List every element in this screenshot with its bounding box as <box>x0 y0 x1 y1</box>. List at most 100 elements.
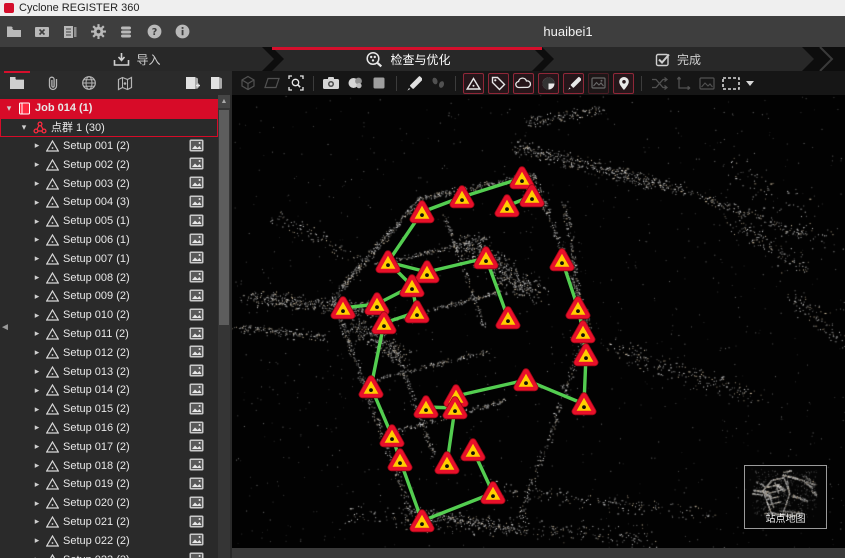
setup-marker[interactable] <box>496 307 520 329</box>
expander-icon[interactable]: ▸ <box>32 535 42 546</box>
setup-marker[interactable] <box>474 247 498 269</box>
expander-icon[interactable]: ▸ <box>32 385 42 396</box>
axis-icon[interactable] <box>673 73 693 93</box>
setup-marker[interactable] <box>461 439 485 461</box>
image-thumbnail-icon[interactable] <box>189 308 204 321</box>
tree-setup-row[interactable]: ▸ Setup 009 (2) <box>0 287 218 306</box>
tree-setup-row[interactable]: ▸ Setup 014 (2) <box>0 381 218 400</box>
scrollbar-thumb[interactable] <box>219 110 229 325</box>
add-bundle-icon[interactable] <box>182 73 202 93</box>
expander-icon[interactable]: ▾ <box>19 122 29 133</box>
tree-setup-row[interactable]: ▸ Setup 005 (1) <box>0 212 218 231</box>
geotag-toggle-icon[interactable] <box>613 73 634 94</box>
setup-marker[interactable] <box>414 396 438 418</box>
stop-square-icon[interactable] <box>369 73 389 93</box>
tab-import[interactable]: 导入 <box>0 47 274 71</box>
expander-icon[interactable]: ▸ <box>32 272 42 283</box>
image-thumbnail-icon[interactable] <box>189 496 204 509</box>
tree-setup-row[interactable]: ▸ Setup 023 (2) <box>0 550 218 558</box>
image-thumbnail-icon[interactable] <box>189 289 204 302</box>
image-thumbnail-icon[interactable] <box>189 458 204 471</box>
tab-review-optimize[interactable]: 检查与优化 <box>272 47 544 71</box>
tree-setup-row[interactable]: ▸ Setup 016 (2) <box>0 419 218 438</box>
image-thumbnail-icon[interactable] <box>189 364 204 377</box>
setup-marker[interactable] <box>415 261 439 283</box>
auto-link-icon[interactable] <box>649 73 669 93</box>
expander-icon[interactable]: ▸ <box>32 479 42 490</box>
scroll-up-icon[interactable]: ▲ <box>218 95 230 108</box>
setup-marker[interactable] <box>481 482 505 504</box>
setup-marker[interactable] <box>410 510 434 532</box>
setup-marker[interactable] <box>405 301 429 323</box>
tree-bundle-row[interactable]: ▾ 点群 1 (30) <box>0 118 218 137</box>
setup-marker[interactable] <box>410 201 434 223</box>
setup-marker[interactable] <box>566 297 590 319</box>
expander-icon[interactable]: ▸ <box>32 178 42 189</box>
setup-marker[interactable] <box>574 344 598 366</box>
attachments-icon[interactable] <box>42 71 64 95</box>
setup-marker[interactable] <box>359 376 383 398</box>
setup-marker[interactable] <box>495 195 519 217</box>
cleanup-rect-icon[interactable] <box>721 73 741 93</box>
expander-icon[interactable]: ▸ <box>32 498 42 509</box>
expander-icon[interactable]: ▸ <box>32 253 42 264</box>
pointcloud-viewport[interactable]: 站点地图 <box>232 95 845 548</box>
expander-icon[interactable]: ▾ <box>4 103 14 114</box>
contrast-toggle-icon[interactable] <box>538 73 559 94</box>
color-modes-icon[interactable] <box>345 73 365 93</box>
expander-icon[interactable]: ▸ <box>32 422 42 433</box>
expander-icon[interactable]: ▸ <box>32 404 42 415</box>
image-thumbnail-icon[interactable] <box>189 233 204 246</box>
expander-icon[interactable]: ▸ <box>32 441 42 452</box>
setup-marker[interactable] <box>571 321 595 343</box>
image-thumbnail-icon[interactable] <box>189 195 204 208</box>
tree-setup-row[interactable]: ▸ Setup 006 (1) <box>0 231 218 250</box>
close-project-icon[interactable] <box>32 22 52 42</box>
open-project-icon[interactable] <box>4 22 24 42</box>
settings-gear-icon[interactable] <box>88 22 108 42</box>
expander-icon[interactable]: ▸ <box>32 159 42 170</box>
expander-icon[interactable]: ▸ <box>32 516 42 527</box>
image-thumbnail-icon[interactable] <box>189 402 204 415</box>
tree-setup-row[interactable]: ▸ Setup 022 (2) <box>0 531 218 550</box>
image-thumbnail-icon[interactable] <box>189 421 204 434</box>
tree-setup-row[interactable]: ▸ Setup 001 (2) <box>0 137 218 156</box>
expander-icon[interactable]: ▸ <box>32 328 42 339</box>
image-thumbnail-icon[interactable] <box>189 533 204 546</box>
tree-job-row[interactable]: ▾ Job 014 (1) <box>0 99 218 118</box>
setup-marker[interactable] <box>435 452 459 474</box>
tree-setup-row[interactable]: ▸ Setup 021 (2) <box>0 513 218 532</box>
image-thumbnail-icon[interactable] <box>189 515 204 528</box>
image-thumbnail-icon[interactable] <box>189 214 204 227</box>
image-toggle-icon[interactable] <box>588 73 609 94</box>
expander-icon[interactable]: ▸ <box>32 291 42 302</box>
cube-icon[interactable] <box>238 73 258 93</box>
expander-icon[interactable]: ▸ <box>32 310 42 321</box>
setup-marker[interactable] <box>331 297 355 319</box>
cloud-toggle-icon[interactable] <box>513 73 534 94</box>
tab-finalize[interactable]: 完成 <box>542 47 814 71</box>
setup-marker[interactable] <box>550 249 574 271</box>
image-tool-icon[interactable] <box>697 73 717 93</box>
tree-setup-row[interactable]: ▸ Setup 012 (2) <box>0 343 218 362</box>
setup-marker[interactable] <box>572 393 596 415</box>
tree-setup-row[interactable]: ▸ Setup 008 (2) <box>0 268 218 287</box>
expander-icon[interactable]: ▸ <box>32 197 42 208</box>
draw-toggle-icon[interactable] <box>563 73 584 94</box>
tag-toggle-icon[interactable] <box>488 73 509 94</box>
help-icon[interactable]: ? <box>144 22 164 42</box>
tree-setup-row[interactable]: ▸ Setup 002 (2) <box>0 155 218 174</box>
tree-setup-row[interactable]: ▸ Setup 017 (2) <box>0 437 218 456</box>
image-thumbnail-icon[interactable] <box>189 552 204 558</box>
image-thumbnail-icon[interactable] <box>189 139 204 152</box>
image-thumbnail-icon[interactable] <box>189 439 204 452</box>
tree-setup-row[interactable]: ▸ Setup 011 (2) <box>0 325 218 344</box>
tree-setup-row[interactable]: ▸ Setup 004 (3) <box>0 193 218 212</box>
tree-setup-row[interactable]: ▸ Setup 019 (2) <box>0 475 218 494</box>
setup-marker[interactable] <box>376 251 400 273</box>
measure-pencil-icon[interactable] <box>404 73 424 93</box>
expander-icon[interactable]: ▸ <box>32 366 42 377</box>
expander-icon[interactable]: ▸ <box>32 460 42 471</box>
camera-icon[interactable] <box>321 73 341 93</box>
setup-marker[interactable] <box>450 186 474 208</box>
